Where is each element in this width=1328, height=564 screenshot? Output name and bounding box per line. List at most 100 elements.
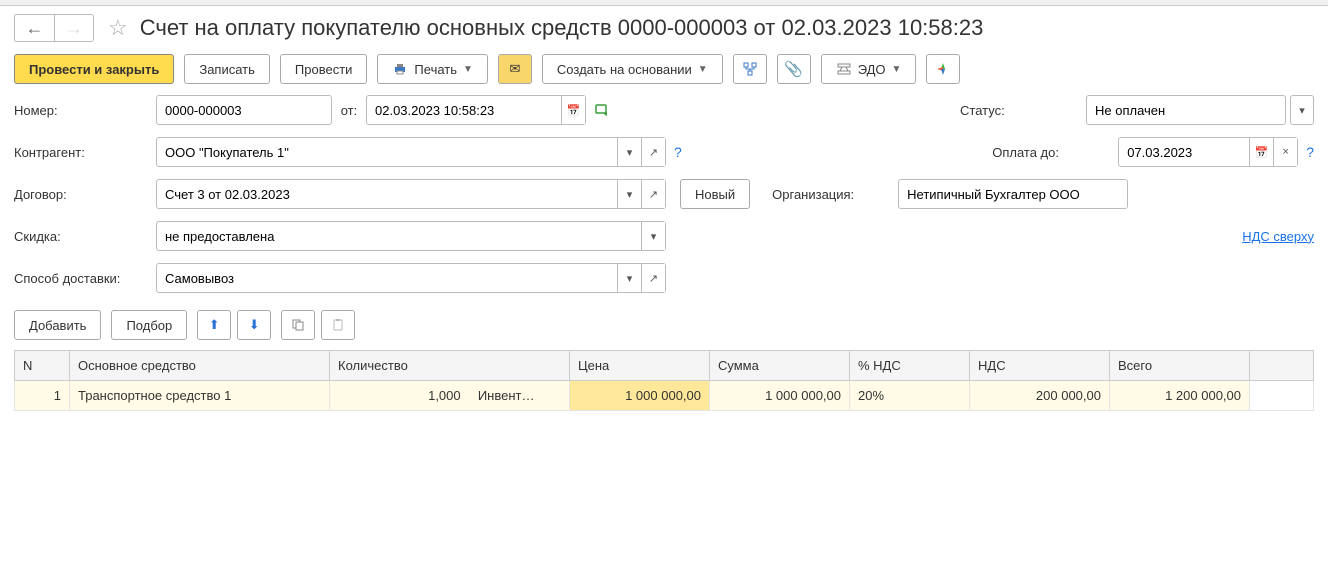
nav-back-button[interactable]: ← [14, 14, 54, 42]
select-items-button[interactable]: Подбор [111, 310, 187, 340]
col-asset[interactable]: Основное средство [70, 351, 330, 381]
print-button[interactable]: Печать ▼ [377, 54, 488, 84]
counterparty-input[interactable] [157, 138, 617, 166]
col-total[interactable]: Всего [1110, 351, 1250, 381]
move-up-button[interactable]: ⬆ [197, 310, 231, 340]
arrow-down-icon: ⬇ [249, 317, 260, 333]
add-row-button[interactable]: Добавить [14, 310, 101, 340]
discount-dropdown[interactable]: ▾ [641, 222, 665, 250]
copy-button[interactable] [281, 310, 315, 340]
email-button[interactable]: ✉ [498, 54, 532, 84]
paste-icon [331, 318, 345, 332]
save-button[interactable]: Записать [184, 54, 270, 84]
chevron-down-icon: ▾ [1299, 104, 1305, 117]
date-input[interactable] [367, 96, 561, 124]
calendar-icon: 📅 [1255, 146, 1269, 159]
counterparty-label: Контрагент: [14, 145, 156, 160]
envelope-icon: ✉ [509, 61, 520, 77]
dk-button[interactable] [926, 54, 960, 84]
discount-label: Скидка: [14, 229, 156, 244]
delivery-dropdown[interactable]: ▾ [617, 264, 641, 292]
chevron-down-icon: ▾ [627, 272, 633, 285]
arrow-up-icon: ⬆ [209, 317, 220, 333]
create-based-on-button[interactable]: Создать на основании ▼ [542, 54, 723, 84]
chevron-down-icon: ▾ [651, 230, 657, 243]
number-input[interactable] [157, 96, 331, 124]
cell-blank [1250, 381, 1314, 411]
page-title: Счет на оплату покупателю основных средс… [140, 15, 984, 41]
cell-qty[interactable]: 1,000 Инвент… [330, 381, 570, 411]
print-label: Печать [414, 62, 457, 77]
pay-until-clear[interactable]: × [1273, 138, 1297, 166]
table-row[interactable]: 1 Транспортное средство 1 1,000 Инвент… … [15, 381, 1314, 411]
chevron-down-icon: ▾ [627, 188, 633, 201]
chevron-down-icon: ▼ [463, 64, 473, 75]
edo-icon [836, 61, 852, 77]
create-based-label: Создать на основании [557, 62, 692, 77]
hierarchy-icon [742, 61, 758, 77]
chevron-down-icon: ▼ [698, 64, 708, 75]
cell-vat-rate[interactable]: 20% [850, 381, 970, 411]
org-label: Организация: [772, 187, 898, 202]
favorite-star-icon[interactable]: ☆ [108, 15, 128, 41]
status-dropdown-button[interactable]: ▾ [1290, 95, 1314, 125]
counterparty-dropdown[interactable]: ▾ [617, 138, 641, 166]
items-table: N Основное средство Количество Цена Сумм… [14, 350, 1314, 411]
close-icon: × [1282, 146, 1288, 158]
table-header-row: N Основное средство Количество Цена Сумм… [15, 351, 1314, 381]
contract-input[interactable] [157, 180, 617, 208]
discount-input[interactable] [157, 222, 641, 250]
vat-mode-link[interactable]: НДС сверху [1242, 229, 1314, 244]
help-icon[interactable]: ? [674, 144, 682, 160]
paperclip-icon: 📎 [784, 60, 803, 78]
dk-icon [935, 61, 951, 77]
open-icon: ↗ [649, 146, 658, 159]
qty-unit: Инвент… [472, 388, 561, 403]
move-down-button[interactable]: ⬇ [237, 310, 271, 340]
pay-until-calendar[interactable]: 📅 [1249, 138, 1273, 166]
pay-until-input[interactable] [1119, 138, 1249, 166]
nav-forward-button[interactable]: → [54, 14, 94, 42]
cell-total[interactable]: 1 200 000,00 [1110, 381, 1250, 411]
col-price[interactable]: Цена [570, 351, 710, 381]
status-input[interactable] [1087, 96, 1285, 124]
pay-until-label: Оплата до: [992, 145, 1118, 160]
post-and-close-button[interactable]: Провести и закрыть [14, 54, 174, 84]
counterparty-open[interactable]: ↗ [641, 138, 665, 166]
structure-button[interactable] [733, 54, 767, 84]
col-qty[interactable]: Количество [330, 351, 570, 381]
col-sum[interactable]: Сумма [710, 351, 850, 381]
delivery-input[interactable] [157, 264, 617, 292]
qty-value: 1,000 [338, 388, 461, 403]
delivery-open[interactable]: ↗ [641, 264, 665, 292]
cell-asset[interactable]: Транспортное средство 1 [70, 381, 330, 411]
new-contract-button[interactable]: Новый [680, 179, 750, 209]
help-icon[interactable]: ? [1306, 144, 1314, 160]
col-blank [1250, 351, 1314, 381]
contract-open[interactable]: ↗ [641, 180, 665, 208]
delivery-label: Способ доставки: [14, 271, 156, 286]
status-label: Статус: [960, 103, 1086, 118]
col-n[interactable]: N [15, 351, 70, 381]
cell-price[interactable]: 1 000 000,00 [570, 381, 710, 411]
cell-n[interactable]: 1 [15, 381, 70, 411]
chevron-down-icon: ▾ [627, 146, 633, 159]
calendar-button[interactable]: 📅 [561, 96, 585, 124]
calendar-icon: 📅 [567, 104, 581, 117]
paste-button[interactable] [321, 310, 355, 340]
col-vat-rate[interactable]: % НДС [850, 351, 970, 381]
cell-sum[interactable]: 1 000 000,00 [710, 381, 850, 411]
org-input[interactable] [899, 180, 1127, 208]
attachment-button[interactable]: 📎 [777, 54, 811, 84]
cell-vat[interactable]: 200 000,00 [970, 381, 1110, 411]
contract-dropdown[interactable]: ▾ [617, 180, 641, 208]
edo-button[interactable]: ЭДО ▼ [821, 54, 917, 84]
copy-icon [291, 318, 305, 332]
edo-label: ЭДО [858, 62, 886, 77]
col-vat[interactable]: НДС [970, 351, 1110, 381]
number-label: Номер: [14, 103, 156, 118]
post-button[interactable]: Провести [280, 54, 368, 84]
contract-label: Договор: [14, 187, 156, 202]
refresh-icon[interactable] [594, 102, 610, 118]
open-icon: ↗ [649, 272, 658, 285]
